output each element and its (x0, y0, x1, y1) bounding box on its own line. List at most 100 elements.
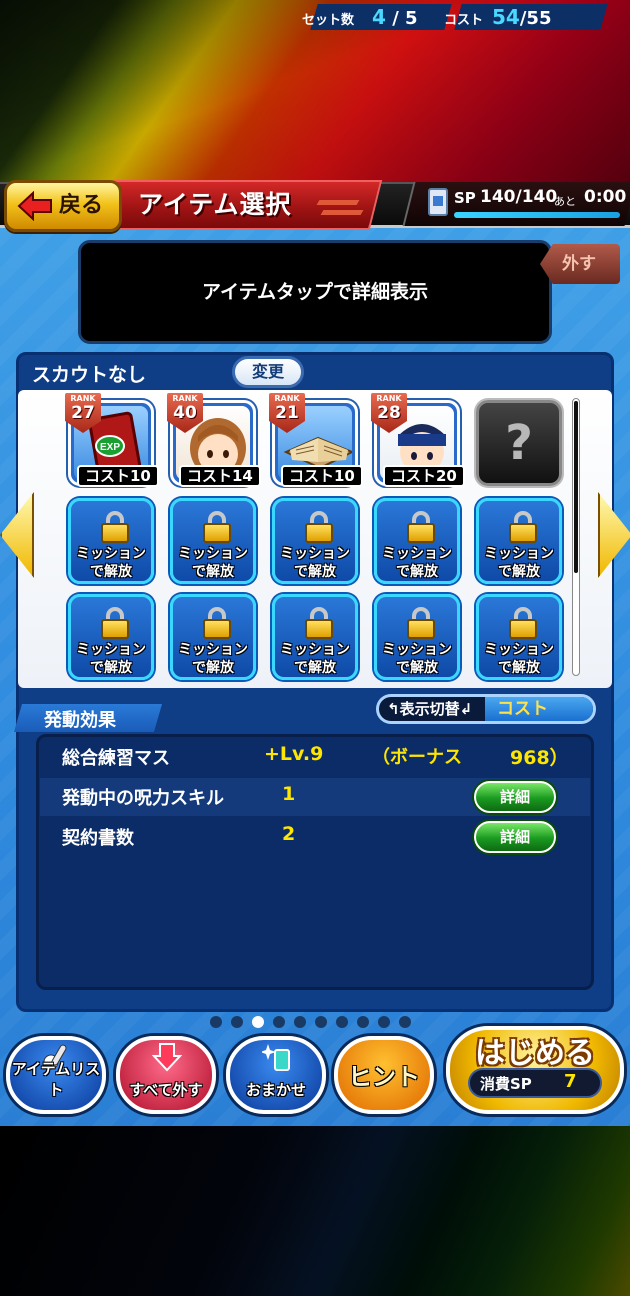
locked-line2: で解放 (498, 564, 540, 580)
sparkle-card-icon (262, 1044, 290, 1071)
hint-button[interactable]: ヒント (334, 1036, 434, 1114)
empty-slot[interactable]: ? (476, 400, 562, 486)
locked-line2: で解放 (90, 564, 132, 580)
down-arrow-icon (152, 1043, 182, 1072)
padlock-body (407, 619, 435, 639)
locked-slot[interactable]: ミッション で解放 (170, 498, 256, 584)
slot-scrollbar[interactable] (572, 398, 580, 676)
item-slot[interactable]: RANK 21 コスト10 (269, 393, 363, 487)
page-dot (294, 1016, 306, 1028)
padlock-body (101, 523, 129, 543)
item-cost: コスト10 (281, 465, 363, 487)
rank-label: RANK (172, 394, 198, 403)
remove-button-label: 外す (562, 254, 596, 274)
locked-slot[interactable]: ミッション で解放 (68, 594, 154, 680)
effects-title: 発動効果 (44, 710, 116, 731)
start-button[interactable]: はじめる 消費SP 7 (446, 1026, 624, 1114)
item-cost: コスト10 (77, 465, 159, 487)
sp-card-icon (428, 188, 448, 216)
page-dot (273, 1016, 285, 1028)
padlock-body (509, 619, 537, 639)
auto-label: おまかせ (245, 1081, 306, 1099)
detail-button[interactable]: 詳細 (474, 821, 556, 853)
back-button[interactable]: 戻る (4, 180, 122, 232)
locked-slot[interactable]: ミッション で解放 (374, 594, 460, 680)
padlock-icon (305, 607, 333, 639)
locked-line1: ミッション (76, 642, 146, 658)
auto-button[interactable]: おまかせ (226, 1036, 326, 1114)
item-slot[interactable]: RANK 40 コスト14 (167, 393, 261, 487)
page-dot (231, 1016, 243, 1028)
info-panel: アイテムタップで詳細表示 (78, 240, 552, 344)
item-slot[interactable]: RANK 28 コスト20 (371, 393, 465, 487)
locked-line1: ミッション (382, 546, 452, 562)
toggle-label: ↰表示切替↲ (387, 700, 473, 718)
page-indicator (210, 1016, 422, 1030)
change-scout-button[interactable]: 変更 (232, 356, 304, 388)
page-dot (357, 1016, 369, 1028)
right-arrow-icon (598, 492, 630, 578)
locked-slot[interactable]: ミッション で解放 (476, 498, 562, 584)
scrollbar-thumb[interactable] (574, 401, 578, 573)
rank-label: RANK (376, 394, 402, 403)
locked-slot[interactable]: ミッション で解放 (374, 498, 460, 584)
start-label: はじめる (475, 1036, 595, 1071)
padlock-icon (509, 511, 537, 543)
padlock-icon (407, 607, 435, 639)
rank-number: 27 (71, 403, 95, 423)
locked-slot[interactable]: ミッション で解放 (170, 594, 256, 680)
rank-number: 21 (275, 403, 299, 423)
page-dot (210, 1016, 222, 1028)
hint-label: ヒント (348, 1063, 420, 1091)
page-dot (399, 1016, 411, 1028)
item-cost: コスト14 (179, 465, 261, 487)
rank-label: RANK (274, 394, 300, 403)
cost-current: 54 (492, 5, 520, 29)
prev-page-arrow[interactable] (0, 492, 34, 578)
question-mark-icon: ? (505, 415, 533, 471)
scout-row: スカウトなし 変更 (18, 356, 612, 388)
back-button-label: 戻る (59, 193, 104, 218)
sp-value: 140/140 (480, 187, 558, 207)
left-arrow-icon (0, 492, 34, 578)
rank-number: 40 (173, 403, 197, 423)
locked-line1: ミッション (484, 642, 554, 658)
padlock-body (203, 619, 231, 639)
padlock-icon (407, 511, 435, 543)
item-list-button[interactable]: アイテムリスト (6, 1036, 106, 1114)
title-stripe-decoration (316, 200, 360, 205)
padlock-body (305, 619, 333, 639)
padlock-icon (509, 607, 537, 639)
page-dot (336, 1016, 348, 1028)
padlock-icon (203, 511, 231, 543)
locked-line2: で解放 (396, 564, 438, 580)
item-slot[interactable]: EXP RANK 27 コスト10 (65, 393, 159, 487)
locked-line1: ミッション (76, 546, 146, 562)
padlock-icon (101, 511, 129, 543)
locked-line1: ミッション (484, 546, 554, 562)
padlock-body (203, 523, 231, 543)
rank-badge: RANK 21 (269, 393, 305, 433)
page-dot (252, 1016, 264, 1028)
locked-slot[interactable]: ミッション で解放 (68, 498, 154, 584)
set-count-value: 4 / 5 (372, 5, 418, 29)
remove-all-button[interactable]: すべて外す (116, 1036, 216, 1114)
page-dot (378, 1016, 390, 1028)
detail-button[interactable]: 詳細 (474, 781, 556, 813)
remove-button[interactable]: 外す (540, 244, 620, 284)
set-count-current: 4 (372, 5, 386, 29)
rank-badge: RANK 40 (167, 393, 203, 433)
effect-row: 総合練習マス +Lv.9 （ボーナス 968） (40, 738, 590, 776)
locked-slot[interactable]: ミッション で解放 (272, 498, 358, 584)
sp-recover-label: あと (554, 195, 576, 208)
locked-slot[interactable]: ミッション で解放 (476, 594, 562, 680)
locked-line1: ミッション (382, 642, 452, 658)
locked-slot[interactable]: ミッション で解放 (272, 594, 358, 680)
title-stripe-decoration (320, 210, 364, 215)
padlock-body (509, 523, 537, 543)
sp-gauge-fill (454, 212, 620, 218)
next-page-arrow[interactable] (598, 492, 630, 578)
effect-row: 契約書数 2 詳細 (40, 818, 590, 856)
cost-label: コスト (444, 13, 484, 28)
display-toggle[interactable]: ↰表示切替↲ コスト (376, 694, 596, 724)
